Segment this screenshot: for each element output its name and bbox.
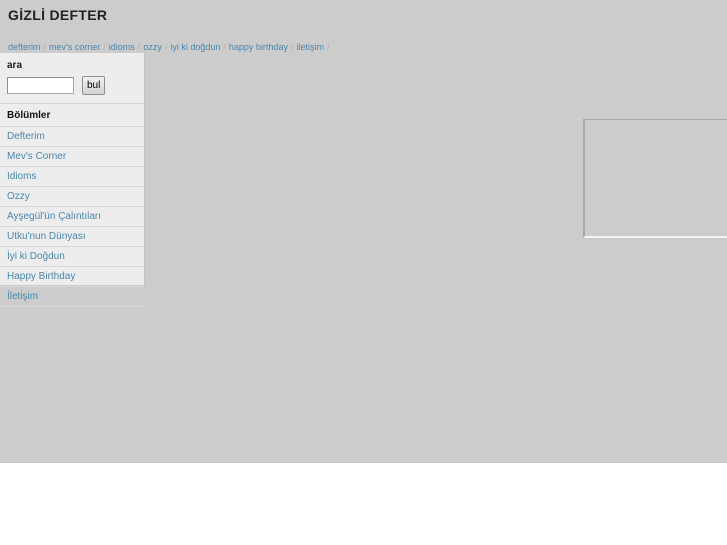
sidebar: ara bul Bölümler Defterim Mev's Corner I… bbox=[0, 53, 145, 307]
nav-separator: / bbox=[223, 42, 226, 52]
sidebar-item-iletisim[interactable]: İletişim bbox=[0, 287, 144, 306]
list-item: Utku'nun Dünyası bbox=[0, 227, 144, 247]
nav-item-ozzy[interactable]: ozzy bbox=[142, 42, 163, 52]
nav-item-mevs-corner[interactable]: mev's corner bbox=[48, 42, 101, 52]
list-item: Mev's Corner bbox=[0, 147, 144, 167]
list-item: Idioms bbox=[0, 167, 144, 187]
nav-item-iyi-ki-dogdun[interactable]: iyi ki doğdun bbox=[169, 42, 221, 52]
site-header: GİZLİ DEFTER bbox=[0, 0, 727, 36]
list-item: Defterim bbox=[0, 127, 144, 147]
list-item: Ayşegül'ün Çalıntıları bbox=[0, 207, 144, 227]
sidebar-item-aysegulun-calintilari[interactable]: Ayşegül'ün Çalıntıları bbox=[0, 207, 144, 226]
sidebar-item-ozzy[interactable]: Ozzy bbox=[0, 187, 144, 206]
sidebar-item-utkunun-dunyasi[interactable]: Utku'nun Dünyası bbox=[0, 227, 144, 246]
sidebar-item-happy-birthday[interactable]: Happy Birthday bbox=[0, 267, 144, 286]
sidebar-item-idioms[interactable]: Idioms bbox=[0, 167, 144, 186]
nav-item-idioms[interactable]: idioms bbox=[108, 42, 136, 52]
search-input[interactable] bbox=[7, 77, 74, 94]
sidebar-item-iyi-ki-dogdun[interactable]: İyi ki Doğdun bbox=[0, 247, 144, 266]
search-label: ara bbox=[7, 60, 23, 71]
list-item: Ozzy bbox=[0, 187, 144, 207]
page-title: GİZLİ DEFTER bbox=[8, 7, 108, 23]
nav-item-happy-birthday[interactable]: happy birthday bbox=[228, 42, 289, 52]
nav-item-defterim[interactable]: defterim bbox=[7, 42, 42, 52]
nav-separator-trailing: / bbox=[326, 42, 330, 52]
sidebar-filler bbox=[0, 307, 144, 340]
search-row: bul bbox=[7, 76, 137, 95]
list-item: İyi ki Doğdun bbox=[0, 247, 144, 267]
nav-item-iletisim[interactable]: iletişim bbox=[295, 42, 325, 52]
list-item: Happy Birthday bbox=[0, 267, 144, 287]
top-navigation: defterim / mev's corner / idioms / ozzy / iyi ki… bbox=[7, 41, 332, 53]
search-box: ara bul bbox=[0, 53, 144, 104]
sidebar-item-defterim[interactable]: Defterim bbox=[0, 127, 144, 146]
list-item: İletişim bbox=[0, 287, 144, 307]
search-submit-button[interactable]: bul bbox=[82, 76, 106, 95]
sections-heading: Bölümler bbox=[0, 104, 144, 127]
page-root: GİZLİ DEFTER defterim / mev's corner / idiom… bbox=[0, 0, 727, 545]
nav-separator: / bbox=[103, 42, 106, 52]
sections-list: Defterim Mev's Corner Idioms Ozzy Ayşegü… bbox=[0, 127, 144, 307]
sidebar-item-mevs-corner[interactable]: Mev's Corner bbox=[0, 147, 144, 166]
media-embed-placeholder bbox=[583, 119, 727, 238]
